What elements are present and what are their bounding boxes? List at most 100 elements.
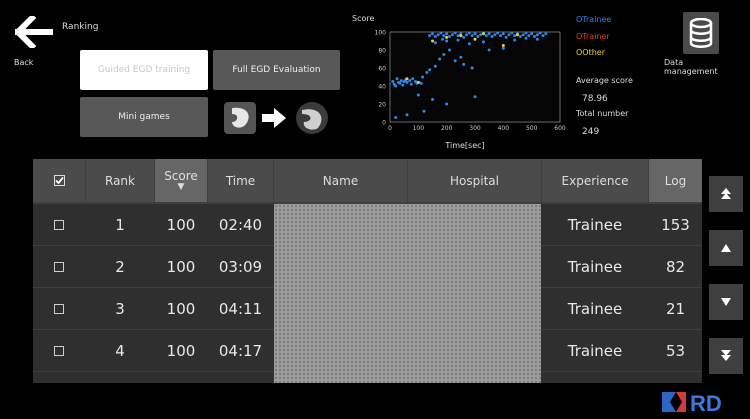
data-point-other: [405, 77, 409, 81]
data-point-trainee: [479, 33, 483, 37]
data-point-trainee: [445, 39, 449, 43]
checkbox-checked-icon: [53, 175, 65, 186]
cell-experience: Trainee: [567, 215, 623, 234]
data-point-trainee: [470, 34, 474, 38]
column-header-rank[interactable]: Rank: [86, 159, 154, 202]
full-egd-evaluation-button[interactable]: Full EGD Evaluation: [213, 50, 340, 90]
cell-rank: 2: [115, 257, 125, 276]
cell-experience: Trainee: [567, 299, 623, 318]
data-point-trainee: [504, 35, 508, 39]
x-axis-label: Time[sec]: [444, 141, 484, 150]
data-point-trainee: [399, 79, 403, 83]
x-tick-label: 200: [441, 125, 453, 132]
scroll-up-button[interactable]: [709, 230, 743, 266]
data-point-trainee: [535, 33, 539, 37]
data-point-trainee: [544, 32, 548, 36]
data-point-trainee: [428, 34, 432, 38]
mini-games-button[interactable]: Mini games: [80, 97, 208, 137]
scroll-down-button[interactable]: [709, 284, 743, 320]
data-point-trainee: [419, 81, 423, 85]
data-point-trainee: [409, 82, 413, 86]
scroll-top-button[interactable]: [709, 176, 743, 212]
data-point-trainee: [535, 37, 539, 41]
cell-log: 153: [661, 215, 690, 234]
cell-rank: 3: [115, 299, 125, 318]
plot-area: [389, 31, 561, 123]
data-point-trainee: [493, 33, 497, 37]
cell-time: 05:01: [208, 372, 273, 383]
cell-experience: Trainee: [542, 372, 648, 383]
cell-log: 82: [665, 257, 686, 276]
data-point-trainee: [394, 84, 398, 88]
row-checkbox[interactable]: [33, 246, 85, 287]
data-point-trainee: [395, 77, 399, 81]
x-tick-label: 0: [388, 125, 392, 132]
data-point-trainee: [507, 33, 511, 37]
cell-experience: Trainee: [567, 257, 623, 276]
data-point-other: [431, 39, 434, 43]
guided-egd-training-button[interactable]: Guided EGD training: [80, 50, 208, 90]
total-number-label: Total number: [576, 109, 629, 118]
x-tick-label: 500: [526, 125, 538, 132]
data-point-trainee: [439, 31, 443, 35]
y-axis-label: Score: [352, 14, 374, 23]
cell-log: 53: [665, 341, 686, 360]
checkbox-unchecked-icon: [54, 303, 64, 314]
data-point-other: [459, 34, 463, 38]
x-tick-label: 100: [413, 125, 425, 132]
data-point-trainee: [450, 33, 454, 37]
column-header-log[interactable]: Log: [649, 159, 702, 202]
checkbox-unchecked-icon: [54, 261, 64, 272]
data-point-trainee: [484, 34, 488, 38]
organ-flow-graphic: [224, 102, 328, 134]
data-point-trainee: [433, 35, 437, 38]
data-point-trainee: [501, 32, 505, 36]
y-tick-label: 100: [375, 30, 387, 37]
data-point-trainee: [490, 35, 494, 38]
row-checkbox[interactable]: [33, 330, 85, 371]
data-point-trainee: [445, 102, 449, 106]
data-point-trainee: [433, 41, 437, 45]
data-point-trainee: [453, 59, 457, 63]
y-tick-label: 40: [378, 84, 386, 91]
data-point-trainee: [456, 38, 460, 42]
data-point-trainee: [487, 32, 491, 36]
column-header-experience[interactable]: Experience: [542, 159, 648, 202]
arrow-right-icon: [262, 108, 286, 128]
chevron-up-icon: [721, 244, 731, 252]
column-header-name[interactable]: Name: [274, 159, 407, 202]
data-point-trainee: [442, 34, 446, 38]
data-point-trainee: [476, 35, 480, 38]
logo-text: RD: [690, 391, 722, 416]
row-checkbox[interactable]: [33, 372, 85, 383]
cell-score: 100: [166, 299, 196, 318]
data-point-trainee: [467, 42, 471, 46]
data-point-trainee: [470, 66, 474, 70]
data-point-trainee: [499, 34, 502, 38]
data-point-trainee: [462, 35, 466, 39]
select-all-checkbox[interactable]: [33, 159, 85, 202]
data-point-trainee: [391, 80, 395, 83]
data-point-trainee: [524, 31, 528, 35]
column-header-hospital[interactable]: Hospital: [408, 159, 541, 202]
scroll-bottom-button[interactable]: [709, 338, 743, 374]
total-number-value: 249: [582, 127, 600, 137]
row-checkbox[interactable]: [33, 204, 85, 245]
column-header-score[interactable]: Score ▼: [155, 159, 207, 202]
stomach-icon: [296, 102, 328, 134]
cell-time: 03:09: [218, 257, 263, 276]
sort-descending-icon: ▼: [177, 182, 185, 192]
cell-experience: Trainee: [567, 341, 623, 360]
data-point-other: [516, 33, 519, 37]
cell-time: 02:40: [218, 215, 263, 234]
double-chevron-down-icon: [721, 350, 731, 361]
data-management-button[interactable]: [683, 12, 719, 54]
column-header-time[interactable]: Time: [208, 159, 273, 202]
brand-logo: RD: [662, 391, 722, 416]
data-point-trainee: [408, 79, 412, 83]
data-point-trainee: [530, 32, 534, 36]
data-point-trainee: [473, 95, 477, 99]
row-checkbox[interactable]: [33, 288, 85, 329]
back-button[interactable]: [10, 10, 58, 54]
data-management-label: Data management: [664, 58, 718, 76]
